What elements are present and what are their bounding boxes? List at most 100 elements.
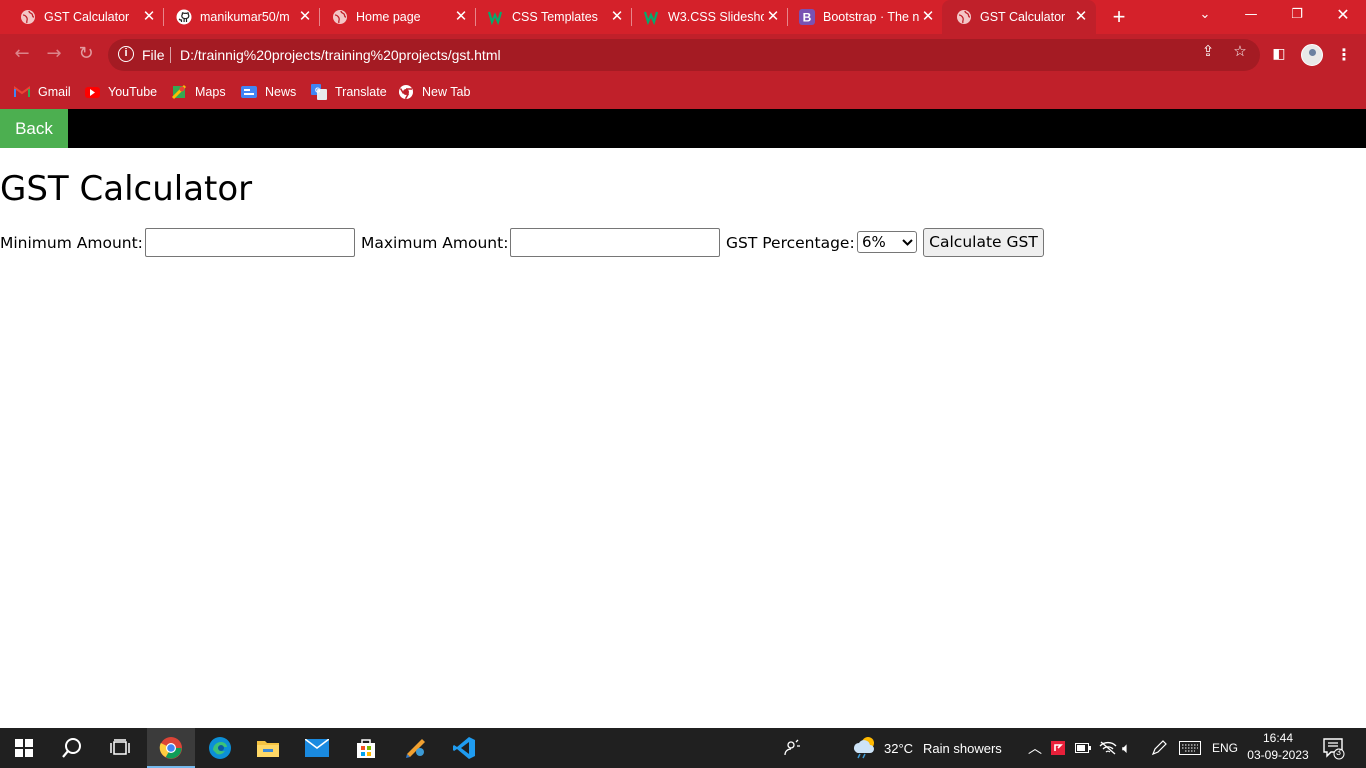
maximum-amount-input[interactable]	[510, 228, 720, 257]
globe-icon	[332, 9, 348, 25]
address-divider	[170, 47, 171, 63]
side-panel-icon[interactable]: ◧	[1269, 46, 1289, 62]
bookmark-news[interactable]: News	[241, 83, 296, 101]
svg-text:G: G	[315, 88, 321, 95]
tab-github[interactable]: manikumar50/m ✕	[156, 0, 320, 34]
bootstrap-icon: B	[799, 9, 815, 25]
volume-icon[interactable]: 🔈︎	[1122, 728, 1131, 768]
battery-icon[interactable]	[1075, 728, 1091, 768]
vscode-icon[interactable]	[440, 728, 488, 768]
tab-search-chevron-icon[interactable]: ⌄	[1182, 0, 1228, 32]
close-icon[interactable]: ✕	[919, 8, 937, 26]
gst-percentage-label: GST Percentage:	[726, 234, 855, 252]
url-text[interactable]: D:/trainnig%20projects/training%20projec…	[180, 47, 501, 63]
info-icon[interactable]: i	[118, 46, 134, 62]
edge-icon[interactable]	[196, 728, 244, 768]
youtube-icon	[85, 86, 100, 98]
browser-toolbar: ← → ↻ i File D:/trainnig%20projects/trai…	[0, 34, 1366, 75]
tab-title: GST Calculator	[980, 10, 1066, 24]
calculate-gst-button[interactable]: Calculate GST	[923, 228, 1044, 257]
forward-arrow-icon[interactable]: →	[42, 42, 66, 66]
weather-widget[interactable]: 32°C Rain showers	[852, 728, 1002, 768]
translate-icon: G	[311, 84, 327, 100]
reload-icon[interactable]: ↻	[74, 42, 98, 66]
chevron-down-icon	[902, 232, 913, 259]
maps-icon	[171, 84, 187, 100]
news-icon	[241, 85, 257, 99]
tab-title: Bootstrap · The n	[823, 10, 919, 24]
network-disconnected-icon[interactable]	[1099, 728, 1117, 768]
tab-title: CSS Templates	[512, 10, 598, 24]
task-view-icon[interactable]	[96, 728, 144, 768]
windows-start-icon[interactable]	[0, 728, 48, 768]
share-icon[interactable]: ⇪	[1198, 42, 1218, 60]
bookmark-new-tab[interactable]: New Tab	[398, 83, 470, 101]
people-icon[interactable]	[768, 728, 816, 768]
tab-gst-calculator-1[interactable]: GST Calculator ✕	[0, 0, 164, 34]
gst-form: Minimum Amount: Maximum Amount: GST Perc…	[0, 228, 1100, 258]
tab-title: manikumar50/m	[200, 10, 290, 24]
bookmarks-bar: Gmail YouTube Maps News G Translate New …	[0, 75, 1366, 109]
tab-gst-calculator-active[interactable]: GST Calculator ✕	[942, 0, 1096, 34]
weather-temperature: 32°C	[884, 740, 914, 756]
gst-percentage-select[interactable]: 6%	[857, 231, 917, 253]
close-icon[interactable]: ✕	[1072, 8, 1090, 26]
bookmark-label: Maps	[195, 85, 226, 99]
language-indicator[interactable]: ENG	[1212, 728, 1238, 768]
search-icon[interactable]	[48, 728, 96, 768]
profile-avatar[interactable]	[1301, 44, 1323, 66]
minimize-icon[interactable]: —	[1228, 0, 1274, 32]
bookmark-maps[interactable]: Maps	[171, 83, 226, 101]
minimum-amount-input[interactable]	[145, 228, 355, 257]
page-title: GST Calculator	[0, 169, 253, 209]
address-bar[interactable]: i File D:/trainnig%20projects/training%2…	[108, 39, 1260, 71]
tab-css-templates[interactable]: CSS Templates ✕	[468, 0, 632, 34]
w3schools-icon	[644, 9, 660, 25]
pen-icon[interactable]	[1151, 728, 1167, 768]
w3schools-icon	[488, 9, 504, 25]
tab-bootstrap[interactable]: B Bootstrap · The n ✕	[779, 0, 943, 34]
minimum-amount-label: Minimum Amount:	[0, 234, 143, 252]
notification-center-icon[interactable]: 3	[1322, 728, 1346, 768]
touch-keyboard-icon[interactable]	[1179, 728, 1201, 768]
amd-icon[interactable]	[1051, 728, 1065, 768]
file-explorer-icon[interactable]	[244, 728, 292, 768]
paint-app-icon[interactable]	[392, 728, 440, 768]
page-viewport: Back GST Calculator Minimum Amount: Maxi…	[0, 109, 1366, 728]
microsoft-store-icon[interactable]	[342, 728, 390, 768]
menu-dots-icon[interactable]: ⋮	[1336, 45, 1352, 64]
new-tab-button[interactable]: +	[1107, 5, 1131, 29]
back-button[interactable]: Back	[0, 109, 68, 148]
bookmark-label: Translate	[335, 85, 387, 99]
clock-time: 16:44	[1262, 731, 1294, 745]
top-nav-bar: Back	[0, 109, 1366, 148]
windows-taskbar: 32°C Rain showers ︿ 🔈︎ ENG 16:44 03-09-2…	[0, 728, 1366, 768]
chrome-taskbar-icon[interactable]	[147, 728, 195, 768]
bookmark-translate[interactable]: G Translate	[311, 83, 387, 101]
show-hidden-icons-chevron-icon[interactable]: ︿	[1028, 728, 1042, 768]
bookmark-label: YouTube	[108, 85, 158, 99]
weather-condition: Rain showers	[923, 740, 1002, 756]
scheme-label: File	[142, 47, 165, 63]
back-arrow-icon[interactable]: ←	[10, 42, 34, 66]
gmail-icon	[14, 85, 30, 99]
bookmark-gmail[interactable]: Gmail	[14, 83, 71, 101]
window-close-icon[interactable]: ✕	[1320, 0, 1366, 32]
tab-title: Home page	[356, 10, 421, 24]
tab-title: W3.CSS Slidesho	[668, 10, 764, 24]
tab-home-page[interactable]: Home page ✕	[312, 0, 476, 34]
tab-title: GST Calculator	[44, 10, 130, 24]
system-clock[interactable]: 16:44 03-09-2023	[1240, 730, 1316, 764]
tab-w3css-slideshow[interactable]: W3.CSS Slidesho ✕	[624, 0, 788, 34]
bookmark-label: New Tab	[422, 85, 471, 99]
bookmark-star-icon[interactable]: ☆	[1230, 42, 1250, 60]
weather-rain-icon	[852, 735, 878, 762]
svg-text:B: B	[803, 11, 812, 25]
mail-icon[interactable]	[293, 728, 341, 768]
github-icon	[176, 9, 192, 25]
maximum-amount-label: Maximum Amount:	[361, 234, 509, 252]
bookmark-youtube[interactable]: YouTube	[85, 83, 157, 101]
restore-icon[interactable]: ❐	[1274, 0, 1320, 32]
chrome-icon	[398, 85, 414, 100]
gst-selected-value: 6%	[862, 233, 886, 251]
